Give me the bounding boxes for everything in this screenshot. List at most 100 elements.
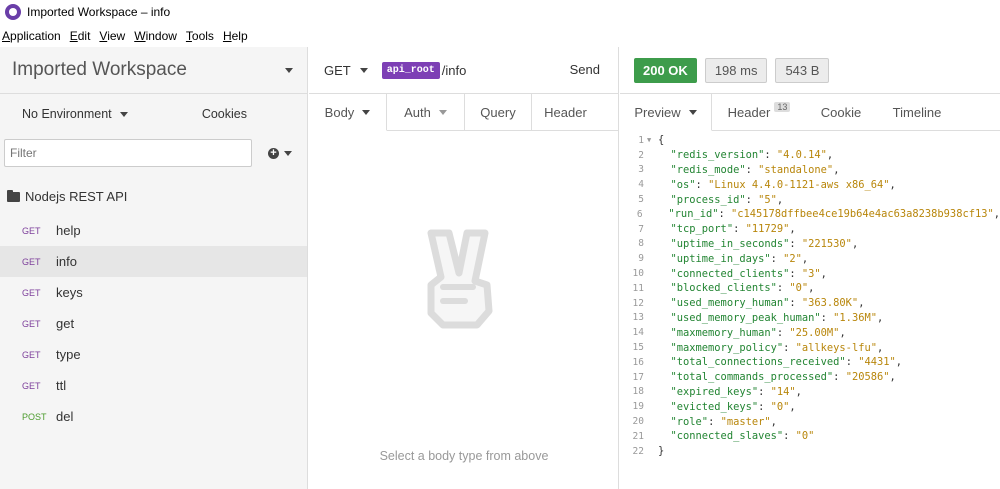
code-text: { xyxy=(658,134,665,147)
menu-application[interactable]: Application xyxy=(2,29,61,43)
line-number: 21 xyxy=(632,430,644,442)
request-pane: GET api_root /info Send Body Auth Query … xyxy=(309,47,619,489)
code-text: "maxmemory_human": "25.00M", xyxy=(670,326,846,339)
menu-window[interactable]: Window xyxy=(134,29,177,43)
tab-preview[interactable]: Preview xyxy=(620,94,712,131)
request-name: type xyxy=(56,347,81,362)
json-value: "3" xyxy=(801,267,821,280)
request-name: help xyxy=(56,223,81,238)
json-value: "1.36M" xyxy=(833,311,877,324)
json-key: "connected_clients" xyxy=(670,267,790,280)
json-value: "4431" xyxy=(858,356,896,369)
tab-auth[interactable]: Auth xyxy=(387,94,465,130)
title-bar: Imported Workspace – info xyxy=(0,0,1000,24)
request-item-del[interactable]: POST del xyxy=(0,401,307,432)
folder-nodejs-rest-api[interactable]: Nodejs REST API xyxy=(0,178,307,215)
json-key: "total_connections_received" xyxy=(670,356,846,369)
code-line: 11 "blocked_clients": "0", xyxy=(620,281,1000,296)
tab-timeline[interactable]: Timeline xyxy=(876,94,958,130)
line-number: 16 xyxy=(632,356,644,368)
workspace-title: Imported Workspace xyxy=(12,59,187,80)
peace-hand-icon xyxy=(427,229,493,329)
line-number: 17 xyxy=(632,371,644,383)
url-path[interactable]: /info xyxy=(442,63,467,78)
json-value: "0" xyxy=(789,282,809,295)
folder-icon xyxy=(7,189,20,202)
json-key: "evicted_keys" xyxy=(670,400,759,413)
environment-variable-tag[interactable]: api_root xyxy=(381,61,440,79)
workspace-dropdown[interactable]: Imported Workspace xyxy=(0,47,307,94)
code-line: 22} xyxy=(620,444,1000,459)
json-key: "redis_mode" xyxy=(670,163,746,176)
request-item-help[interactable]: GET help xyxy=(0,215,307,246)
json-key: "maxmemory_policy" xyxy=(670,341,784,354)
json-value: "14" xyxy=(770,385,796,398)
json-value: "25.00M" xyxy=(789,326,840,339)
tab-body[interactable]: Body xyxy=(309,94,387,131)
environment-dropdown[interactable]: No Environment xyxy=(22,107,128,121)
json-key: "run_id" xyxy=(668,208,719,221)
code-line: 1 ▼ { xyxy=(620,133,1000,148)
code-line: 14 "maxmemory_human": "25.00M", xyxy=(620,325,1000,340)
request-item-ttl[interactable]: GET ttl xyxy=(0,370,307,401)
line-number: 11 xyxy=(632,282,644,294)
line-number: 8 xyxy=(638,238,644,250)
tab-response-header[interactable]: Header 13 xyxy=(712,94,806,130)
code-text: "uptime_in_days": "2", xyxy=(670,252,809,265)
json-value: "0" xyxy=(770,400,790,413)
json-key: "used_memory_human" xyxy=(670,297,790,310)
code-line: 3 "redis_mode": "standalone", xyxy=(620,163,1000,178)
method-badge: GET xyxy=(22,287,41,298)
menu-help[interactable]: Help xyxy=(223,29,248,43)
plus-circle-icon: + xyxy=(268,147,279,159)
header-count-badge: 13 xyxy=(774,102,791,112)
code-line: 6 "run_id": "c145178dffbee4ce19b64e4ac63… xyxy=(620,207,1000,222)
request-item-keys[interactable]: GET keys xyxy=(0,277,307,308)
line-number: 13 xyxy=(632,312,644,324)
tab-cookie[interactable]: Cookie xyxy=(806,94,876,130)
menu-edit[interactable]: Edit xyxy=(70,29,91,43)
request-item-get[interactable]: GET get xyxy=(0,308,307,339)
method-dropdown[interactable]: GET xyxy=(324,63,368,78)
json-key: "maxmemory_human" xyxy=(670,326,777,339)
json-key: "connected_slaves" xyxy=(670,430,784,443)
code-text: "expired_keys": "14", xyxy=(670,385,802,398)
json-value: "master" xyxy=(720,415,771,428)
app-logo-icon xyxy=(5,4,21,20)
code-text: "redis_version": "4.0.14", xyxy=(670,149,834,162)
json-value: "allkeys-lfu" xyxy=(795,341,877,354)
tab-query[interactable]: Query xyxy=(465,94,532,130)
add-request-button[interactable]: + xyxy=(268,147,292,159)
environment-label: No Environment xyxy=(22,107,112,121)
request-item-type[interactable]: GET type xyxy=(0,339,307,370)
code-text: "total_commands_processed": "20586", xyxy=(670,371,896,384)
code-text: "connected_slaves": "0" xyxy=(670,430,815,443)
json-key: "role" xyxy=(670,415,709,428)
code-line: 15 "maxmemory_policy": "allkeys-lfu", xyxy=(620,340,1000,355)
response-status-bar: 200 OK 198 ms 543 B xyxy=(620,47,1000,94)
code-line: 10 "connected_clients": "3", xyxy=(620,266,1000,281)
chevron-down-icon xyxy=(362,109,371,115)
code-line: 16 "total_connections_received": "4431", xyxy=(620,355,1000,370)
line-number: 14 xyxy=(632,327,644,339)
tab-header[interactable]: Header xyxy=(532,94,599,130)
send-button[interactable]: Send xyxy=(570,62,600,77)
response-body-viewer[interactable]: 1 ▼{2 "redis_version": "4.0.14", 3 "redis_… xyxy=(620,133,1000,459)
request-item-info[interactable]: GET info xyxy=(0,246,307,277)
code-text: } xyxy=(658,445,665,458)
json-value: "20586" xyxy=(845,371,890,384)
menu-view[interactable]: View xyxy=(99,29,125,43)
line-number: 6 xyxy=(636,208,643,220)
method-badge: GET xyxy=(22,349,41,360)
code-line: 8 "uptime_in_seconds": "221530", xyxy=(620,237,1000,252)
line-number: 18 xyxy=(632,386,644,398)
status-badge: 200 OK xyxy=(634,57,697,83)
tab-body-label: Body xyxy=(324,104,355,120)
menu-tools[interactable]: Tools xyxy=(186,29,214,43)
cookies-button[interactable]: Cookies xyxy=(202,107,247,121)
code-line: 13 "used_memory_peak_human": "1.36M", xyxy=(620,311,1000,326)
filter-input[interactable] xyxy=(4,139,252,167)
tab-timeline-label: Timeline xyxy=(892,104,942,120)
response-size-badge: 543 B xyxy=(775,57,830,83)
code-text: "redis_mode": "standalone", xyxy=(670,163,840,176)
